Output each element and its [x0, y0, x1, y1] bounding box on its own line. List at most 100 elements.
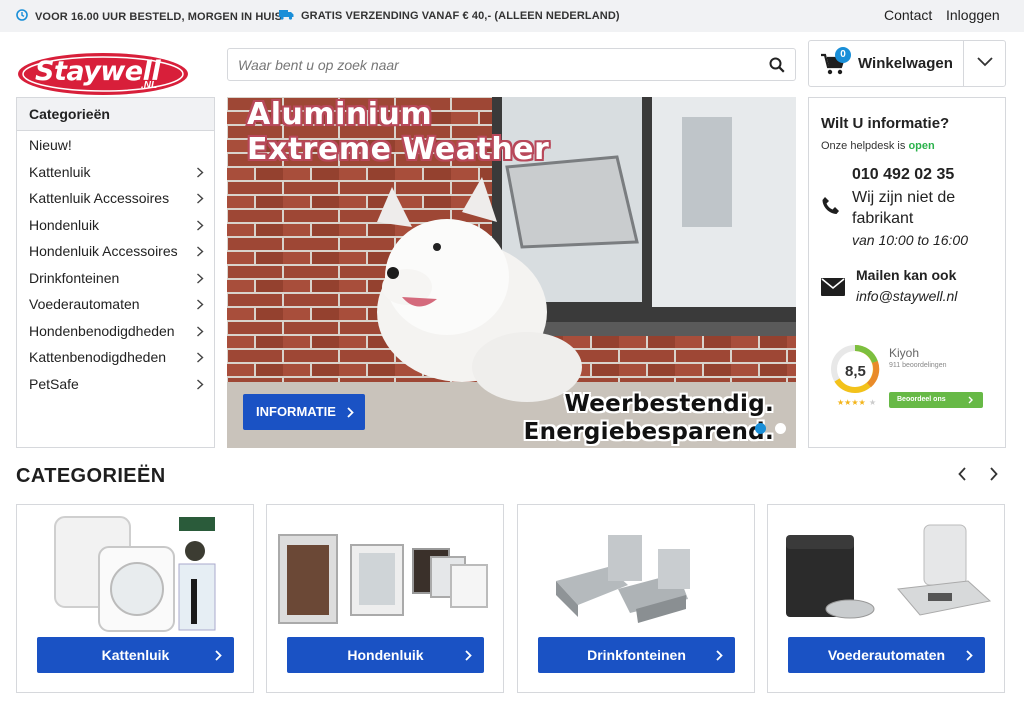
- staywell-logo[interactable]: Staywell .NL: [17, 52, 189, 96]
- drinkfonteinen-product-image: [556, 535, 690, 623]
- sidebar-item-label: Drinkfonteinen: [29, 269, 120, 286]
- sidebar-item-hondenluik[interactable]: Hondenluik: [17, 212, 214, 239]
- banner-title-line1: Aluminium: [247, 97, 433, 132]
- hondenluik-product-image: [278, 534, 488, 624]
- category-label: Drinkfonteinen: [587, 647, 686, 663]
- chevron-right-icon: [197, 299, 204, 310]
- category-sidebar: Categorieën Nieuw! Kattenluik Kattenluik A…: [16, 97, 215, 448]
- info-title: Wilt U informatie?: [821, 115, 950, 132]
- sidebar-item-voederautomaten[interactable]: Voederautomaten: [17, 291, 214, 318]
- helpdesk-prefix: Onze helpdesk is: [821, 140, 906, 152]
- chevron-right-icon: [347, 407, 354, 418]
- cart-dropdown-toggle[interactable]: [964, 41, 1006, 86]
- carousel-prev-button[interactable]: [954, 465, 972, 483]
- kiyoh-review-label: Beoordeel ons: [897, 396, 946, 403]
- sidebar-item-kattenluik-accessoires[interactable]: Kattenluik Accessoires: [17, 185, 214, 212]
- banner-title-line2: Extreme Weather: [247, 132, 550, 167]
- kiyoh-review-button[interactable]: Beoordeel ons: [889, 392, 983, 408]
- sidebar-item-hondenbenodigdheden[interactable]: Hondenbenodigdheden: [17, 318, 214, 345]
- chevron-right-icon: [215, 650, 222, 661]
- phone-number[interactable]: 010 492 02 35: [852, 166, 954, 184]
- info-panel: Wilt U informatie? Onze helpdesk is open…: [808, 97, 1006, 448]
- category-label: Hondenluik: [347, 647, 424, 663]
- category-button-kattenluik[interactable]: Kattenluik: [37, 637, 234, 673]
- login-link[interactable]: Inloggen: [946, 7, 1000, 23]
- mail-link[interactable]: info@staywell.nl: [856, 288, 957, 304]
- usp-shipping: GRATIS VERZENDING VANAF € 40,- (ALLEEN N…: [279, 9, 620, 23]
- usp-delivery-text: VOOR 16.00 UUR BESTELD, MORGEN IN HUIS: [35, 10, 283, 23]
- category-button-drinkfonteinen[interactable]: Drinkfonteinen: [538, 637, 735, 673]
- sidebar-item-label: Nieuw!: [29, 137, 72, 153]
- cart-widget: 0 Winkelwagen: [808, 40, 1006, 87]
- category-label: Kattenluik: [101, 647, 170, 663]
- opening-hours: van 10:00 to 16:00: [852, 232, 968, 248]
- sidebar-list: Nieuw! Kattenluik Kattenluik Accessoires Ho…: [17, 131, 214, 397]
- sidebar-item-drinkfonteinen[interactable]: Drinkfonteinen: [17, 265, 214, 292]
- chevron-right-icon: [968, 396, 973, 404]
- kiyoh-widget[interactable]: ★★★★ ★ 8,5 Kiyoh 911 beoordelingen Beoor…: [831, 342, 991, 414]
- chevron-right-icon: [197, 272, 204, 284]
- chevron-right-icon: [966, 650, 973, 661]
- banner-tagline-line2: Energiebesparend.: [523, 419, 774, 445]
- category-button-voederautomaten[interactable]: Voederautomaten: [788, 637, 985, 673]
- chevron-right-icon: [197, 352, 204, 363]
- search-icon[interactable]: [769, 57, 785, 73]
- banner-tagline-line1: Weerbestendig.: [564, 391, 774, 417]
- sidebar-item-label: Kattenluik Accessoires: [29, 190, 170, 206]
- search-bar: [227, 48, 796, 81]
- sidebar-item-label: Kattenluik: [29, 163, 91, 180]
- banner-info-button[interactable]: INFORMATIE: [243, 394, 365, 430]
- chevron-right-icon: [197, 246, 204, 257]
- chevron-right-icon: [197, 219, 204, 231]
- slider-dot-1[interactable]: [755, 423, 766, 434]
- contact-link[interactable]: Contact: [884, 7, 932, 23]
- category-card-kattenluik[interactable]: Kattenluik: [16, 504, 254, 693]
- helpdesk-status: Onze helpdesk is open: [821, 140, 935, 152]
- logo-suffix: .NL: [141, 80, 158, 91]
- category-card-drinkfonteinen[interactable]: Drinkfonteinen: [517, 504, 755, 693]
- sidebar-item-kattenluik[interactable]: Kattenluik: [17, 159, 214, 186]
- chevron-right-icon: [465, 650, 472, 661]
- sidebar-item-nieuw[interactable]: Nieuw!: [17, 132, 214, 159]
- svg-text:★: ★: [869, 398, 876, 407]
- kiyoh-score: 8,5: [845, 363, 866, 380]
- chevron-left-icon: [958, 467, 966, 481]
- sidebar-item-kattenbenodigdheden[interactable]: Kattenbenodigdheden: [17, 344, 214, 371]
- voederautomaten-product-image: [786, 524, 992, 619]
- chevron-right-icon: [716, 650, 723, 661]
- chevron-right-icon: [197, 325, 204, 337]
- search-input[interactable]: [228, 49, 758, 80]
- sidebar-item-petsafe[interactable]: PetSafe: [17, 371, 214, 398]
- clock-icon: [16, 9, 28, 24]
- sidebar-item-label: Hondenluik Accessoires: [29, 243, 178, 259]
- mail-heading: Mailen kan ook: [856, 267, 957, 283]
- sidebar-item-label: Hondenbenodigdheden: [29, 322, 175, 339]
- carousel-next-button[interactable]: [984, 465, 1002, 483]
- mail-icon: [821, 278, 845, 296]
- truck-icon: [279, 9, 294, 23]
- usp-shipping-text: GRATIS VERZENDING VANAF € 40,- (ALLEEN N…: [301, 10, 620, 22]
- phone-icon: [821, 196, 841, 216]
- kiyoh-name: Kiyoh: [889, 346, 920, 360]
- kattenluik-product-image: [54, 516, 216, 632]
- sidebar-item-label: PetSafe: [29, 375, 79, 392]
- chevron-right-icon: [197, 193, 204, 204]
- cart-label: Winkelwagen: [858, 55, 953, 72]
- categories-title: CATEGORIEËN: [16, 465, 166, 487]
- sidebar-item-label: Hondenluik: [29, 216, 100, 233]
- sidebar-title: Categorieën: [17, 98, 214, 131]
- category-card-voederautomaten[interactable]: Voederautomaten: [767, 504, 1005, 693]
- category-card-hondenluik[interactable]: Hondenluik: [266, 504, 504, 693]
- cart-button[interactable]: 0 Winkelwagen: [809, 41, 963, 86]
- category-button-hondenluik[interactable]: Hondenluik: [287, 637, 484, 673]
- sidebar-item-label: Voederautomaten: [29, 296, 140, 312]
- chevron-right-icon: [197, 166, 204, 178]
- chevron-right-icon: [197, 378, 204, 390]
- category-label: Voederautomaten: [827, 647, 946, 663]
- hero-banner[interactable]: Aluminium Extreme Weather Weerbestendig.…: [227, 97, 796, 448]
- usp-delivery: VOOR 16.00 UUR BESTELD, MORGEN IN HUIS: [16, 9, 282, 24]
- svg-text:★★★★: ★★★★: [837, 398, 866, 407]
- sidebar-item-hondenluik-accessoires[interactable]: Hondenluik Accessoires: [17, 238, 214, 265]
- top-bar: VOOR 16.00 UUR BESTELD, MORGEN IN HUIS G…: [0, 0, 1024, 32]
- slider-dot-2[interactable]: [775, 423, 786, 434]
